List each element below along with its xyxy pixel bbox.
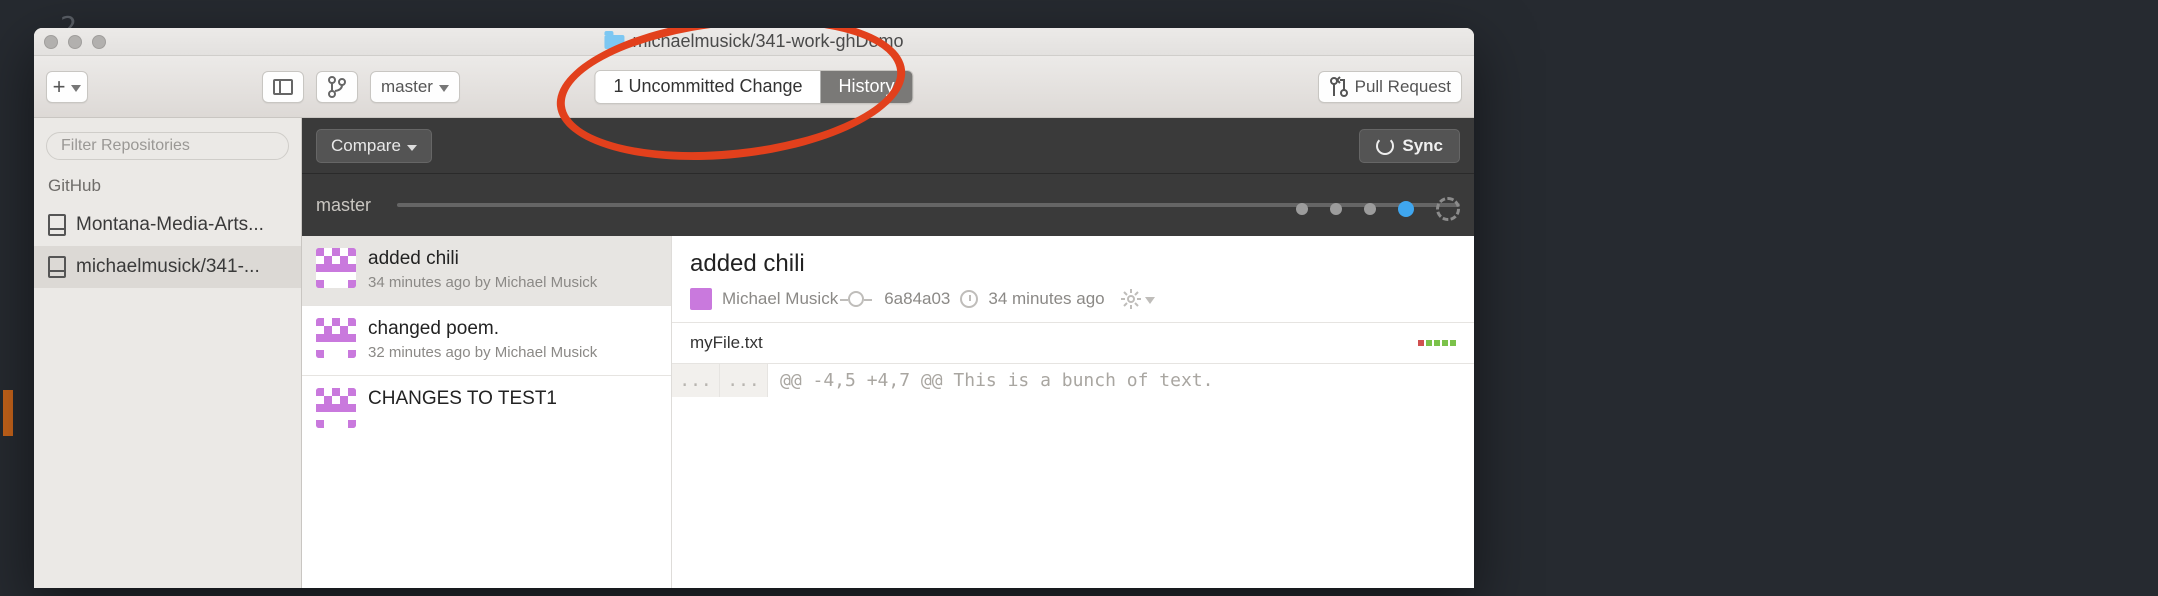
tab-uncommitted-changes[interactable]: 1 Uncommitted Change — [595, 71, 820, 103]
commit-sha-icon — [848, 291, 864, 307]
minimize-window-button[interactable] — [68, 35, 82, 49]
window-title: michaelmusick/341-work-ghDemo — [604, 31, 903, 52]
window-controls — [44, 35, 106, 49]
close-window-button[interactable] — [44, 35, 58, 49]
sync-label: Sync — [1402, 136, 1443, 156]
repo-icon — [48, 214, 66, 236]
main-panel: Compare Sync master — [302, 118, 1474, 588]
repo-name: michaelmusick/341-... — [76, 256, 260, 278]
toggle-sidebar-button[interactable] — [262, 71, 304, 103]
commit-list-item[interactable]: added chili 34 minutes ago by Michael Mu… — [302, 236, 671, 306]
sync-button[interactable]: Sync — [1359, 129, 1460, 163]
commit-meta: 32 minutes ago by Michael Musick — [368, 344, 657, 361]
timeline-uncommitted-ring[interactable] — [1436, 197, 1460, 221]
repo-list-item[interactable]: michaelmusick/341-... — [34, 246, 301, 288]
filter-placeholder: Filter Repositories — [61, 137, 190, 155]
sidebar-icon — [273, 79, 293, 95]
repositories-sidebar: Filter Repositories GitHub Montana-Media… — [34, 118, 302, 588]
timeline-branch-label: master — [316, 195, 371, 216]
commit-title: changed poem. — [368, 318, 657, 340]
commit-time: 34 minutes ago — [988, 289, 1104, 309]
commit-meta: 34 minutes ago by Michael Musick — [368, 274, 657, 291]
window-titlebar: michaelmusick/341-work-ghDemo — [34, 28, 1474, 56]
tab-history[interactable]: History — [821, 71, 913, 103]
clock-icon — [960, 290, 978, 308]
repo-name: Montana-Media-Arts... — [76, 214, 264, 236]
pull-request-button[interactable]: Pull Request — [1318, 71, 1462, 103]
branch-selector-label: master — [381, 77, 433, 97]
gear-icon — [1121, 289, 1141, 309]
line-number-col-new: ... — [720, 364, 768, 397]
editor-marker — [3, 390, 13, 436]
github-desktop-window: michaelmusick/341-work-ghDemo — [34, 28, 1474, 588]
branch-selector[interactable]: master — [370, 71, 460, 103]
toolbar: master 1 Uncommitted Change History Pull… — [34, 56, 1474, 118]
commit-title: added chili — [368, 248, 657, 270]
commit-detail-title: added chili — [690, 250, 1456, 278]
compare-sync-bar: Compare Sync — [302, 118, 1474, 174]
commit-list-item[interactable]: CHANGES TO TEST1 — [302, 376, 671, 442]
chevron-down-icon — [407, 136, 417, 156]
branch-timeline: master — [302, 174, 1474, 236]
line-number-col-old: ... — [672, 364, 720, 397]
timeline-commit-dot[interactable] — [1296, 203, 1308, 215]
commit-detail: added chili Michael Musick 6a84a03 34 mi… — [672, 236, 1474, 588]
diff-hunk-header: @@ -4,5 +4,7 @@ This is a bunch of text. — [768, 364, 1225, 397]
pull-request-icon — [1329, 76, 1349, 98]
timeline-commit-dot[interactable] — [1364, 203, 1376, 215]
commit-timeline-track[interactable] — [397, 203, 1460, 207]
pull-request-label: Pull Request — [1355, 77, 1451, 97]
repo-list-item[interactable]: Montana-Media-Arts... — [34, 204, 301, 246]
file-name: myFile.txt — [690, 333, 763, 353]
branch-icon — [327, 76, 347, 98]
changed-file-row[interactable]: myFile.txt — [672, 323, 1474, 364]
avatar — [316, 248, 356, 288]
commit-actions-menu[interactable] — [1121, 289, 1155, 309]
commit-author: Michael Musick — [722, 289, 838, 309]
repo-icon — [48, 256, 66, 278]
avatar — [316, 318, 356, 358]
avatar — [316, 388, 356, 428]
compare-label: Compare — [331, 136, 401, 156]
avatar — [690, 288, 712, 310]
repo-path: michaelmusick/341-work-ghDemo — [632, 31, 903, 52]
filter-repositories-input[interactable]: Filter Repositories — [46, 132, 289, 160]
sync-icon — [1376, 137, 1394, 155]
create-branch-button[interactable] — [316, 71, 358, 103]
chevron-down-icon — [1145, 289, 1155, 309]
chevron-down-icon — [71, 77, 81, 97]
diff-stat-badge — [1418, 340, 1456, 346]
chevron-down-icon — [439, 77, 449, 97]
compare-button[interactable]: Compare — [316, 129, 432, 163]
timeline-commit-dot-current[interactable] — [1398, 201, 1414, 217]
add-repo-button[interactable] — [46, 71, 88, 103]
plus-icon — [53, 74, 66, 100]
commit-list: added chili 34 minutes ago by Michael Mu… — [302, 236, 672, 588]
timeline-commit-dot[interactable] — [1330, 203, 1342, 215]
zoom-window-button[interactable] — [92, 35, 106, 49]
view-segmented-control: 1 Uncommitted Change History — [594, 70, 913, 104]
sidebar-section-label: GitHub — [34, 176, 301, 204]
commit-title: CHANGES TO TEST1 — [368, 388, 657, 410]
folder-icon — [604, 35, 624, 49]
diff-view: ... ... @@ -4,5 +4,7 @@ This is a bunch … — [672, 364, 1474, 397]
commit-sha: 6a84a03 — [884, 289, 950, 309]
commit-list-item[interactable]: changed poem. 32 minutes ago by Michael … — [302, 306, 671, 376]
